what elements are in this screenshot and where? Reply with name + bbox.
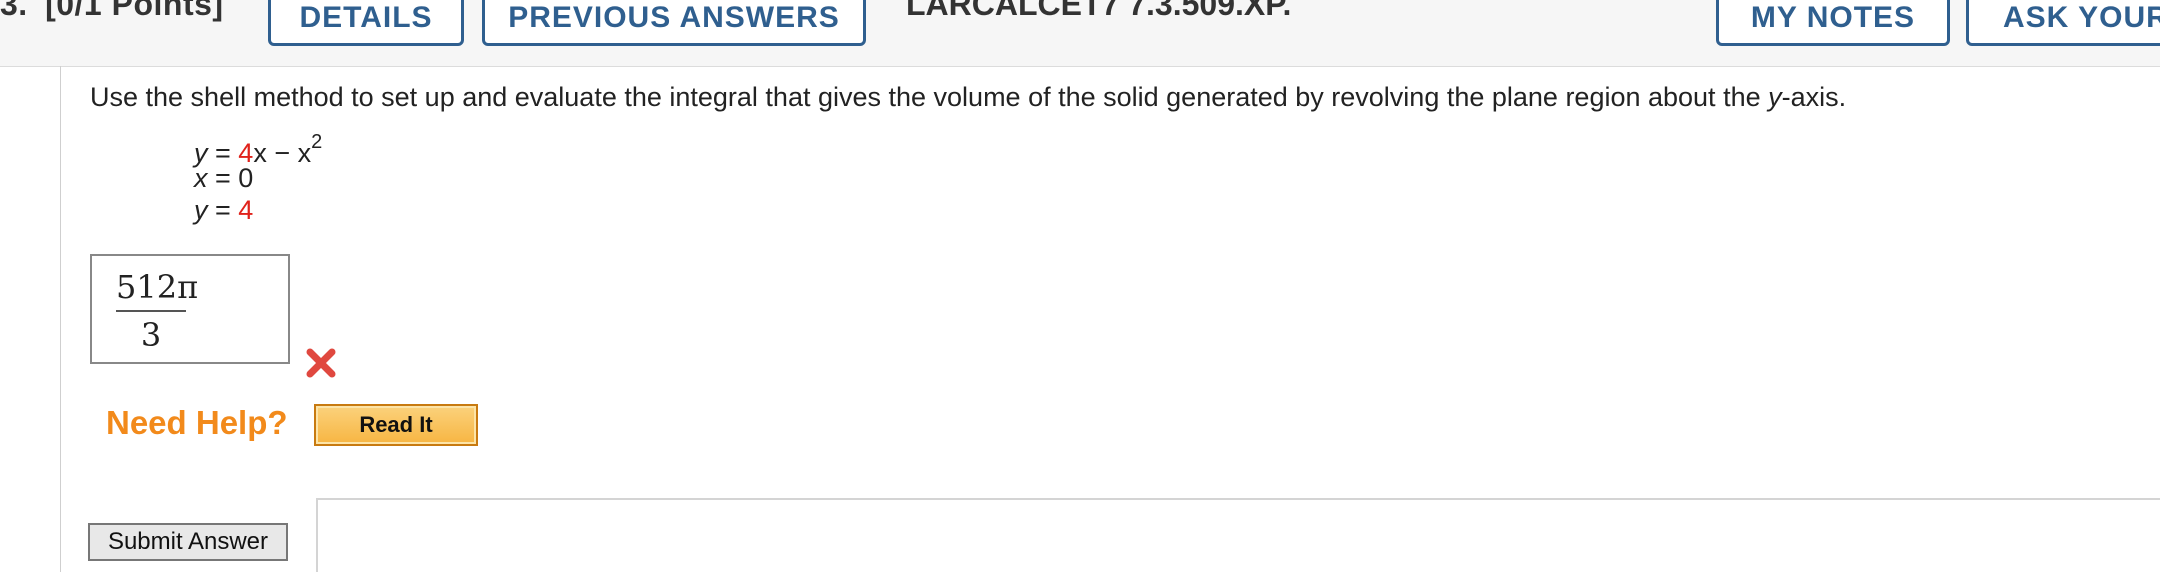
submit-answer-button[interactable]: Submit Answer bbox=[88, 523, 288, 561]
region-equations: y = 4x − x2 x = 0 y = 4 bbox=[194, 130, 322, 226]
previous-answers-button[interactable]: PREVIOUS ANSWERS bbox=[482, 0, 866, 46]
result-panel bbox=[316, 498, 2160, 572]
answer-denominator: 3 bbox=[140, 316, 162, 354]
problem-id: LARCALCET7 7.3.509.XP. bbox=[906, 0, 1292, 22]
points-label: [0/1 Points] bbox=[45, 0, 224, 22]
prompt-text-2: -axis. bbox=[1781, 82, 1847, 112]
answer-input[interactable]: 512π 3 bbox=[90, 254, 290, 364]
details-button[interactable]: DETAILS bbox=[268, 0, 464, 46]
prompt-variable: y bbox=[1768, 82, 1782, 112]
question-number: 3. bbox=[0, 0, 28, 22]
equation-1: y = 4x − x2 bbox=[194, 131, 323, 168]
content-left-border bbox=[60, 66, 61, 572]
prompt-text-1: Use the shell method to set up and evalu… bbox=[90, 82, 1769, 112]
question-prompt: Use the shell method to set up and evalu… bbox=[90, 82, 1846, 113]
equation-3: y = 4 bbox=[194, 195, 254, 225]
ask-your-teacher-button[interactable]: ASK YOUR bbox=[1966, 0, 2160, 46]
question-header: 3. [0/1 Points] DETAILS PREVIOUS ANSWERS… bbox=[0, 0, 2160, 67]
my-notes-button[interactable]: MY NOTES bbox=[1716, 0, 1950, 46]
answer-numerator: 512π bbox=[116, 268, 198, 312]
incorrect-icon bbox=[306, 348, 336, 378]
answer-fraction: 512π 3 bbox=[116, 268, 198, 354]
read-it-button[interactable]: Read It bbox=[314, 404, 478, 446]
need-help-label: Need Help? bbox=[106, 404, 288, 441]
question-number-and-points: 3. [0/1 Points] bbox=[0, 0, 224, 23]
